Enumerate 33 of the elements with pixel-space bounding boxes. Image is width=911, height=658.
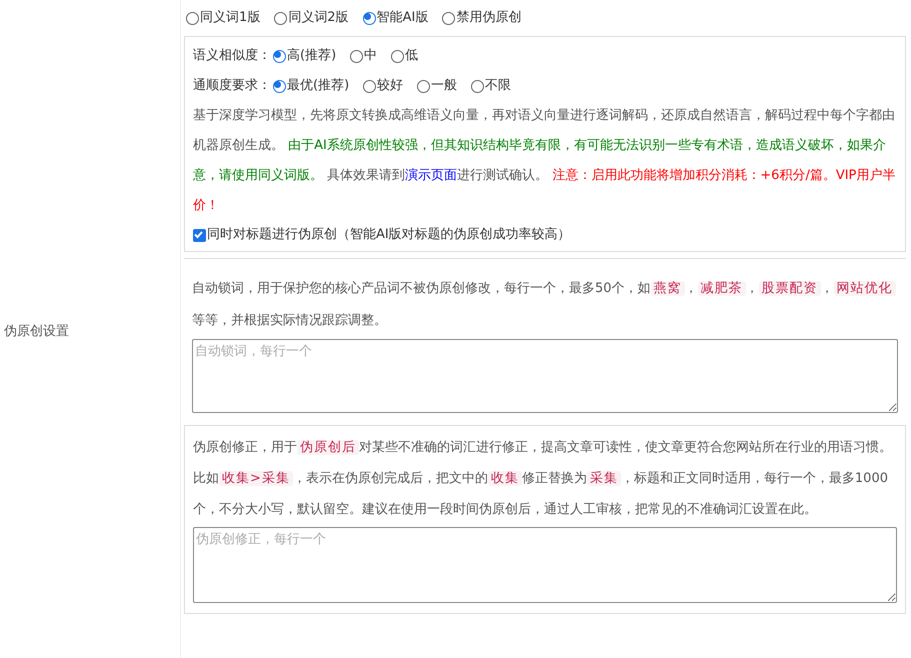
radio-label[interactable]: 禁用伪原创 xyxy=(456,8,522,28)
radio-button[interactable] xyxy=(442,12,456,24)
radio-label[interactable]: 不限 xyxy=(485,76,512,96)
radio-label[interactable]: 低 xyxy=(405,46,418,66)
radio-button[interactable] xyxy=(363,80,376,92)
radio-label[interactable]: 同义词2版 xyxy=(288,8,349,28)
radio-label[interactable]: 最优(推荐) xyxy=(287,76,350,96)
correction-field[interactable]: 伪原创修正，每行一个 xyxy=(193,527,897,603)
checkbox[interactable] xyxy=(193,228,206,242)
checkbox-label[interactable]: 同时对标题进行伪原创（智能AI版对标题的伪原创成功率较高） xyxy=(207,225,571,245)
radio-button[interactable] xyxy=(362,12,376,24)
radio-button[interactable] xyxy=(186,12,199,24)
feature-description: 基于深度学习模型，先将原文转换成高维语义向量，再对语义向量进行逐词解码，还原成自然语言，解码过程中每个字都由机器原创生成。 由于AI系统原创性较强，但其知识结构毕竟有限，有可能无法识别一些专有术语，造成语义破坏，如果介意，请使用同义词版。 具体效果请到演示页面进行测试确认。 注意：启用此功能将增加积分消耗：+6积分/篇。VIP用户半价！ xyxy=(193,107,896,215)
lock-words-description: 自动锁词，用于保护您的核心产品词不被伪原创修改，每行一个，最多50个，如 燕窝 ， 减肥茶 ， 股票配资 ， 网站优化 等等，并根据实际情况跟踪调整。 xyxy=(192,273,898,337)
radio-label[interactable]: 高(推荐) xyxy=(287,46,336,66)
radio-button[interactable] xyxy=(274,12,288,24)
section-label: 伪原创设置 xyxy=(4,323,69,342)
radio-button[interactable] xyxy=(471,80,484,92)
lock-words-field[interactable]: 自动锁词，每行一个 xyxy=(192,339,898,413)
field-label: 通顺度要求： xyxy=(193,77,271,96)
radio-label[interactable]: 一般 xyxy=(431,76,458,96)
field-label: 语义相似度： xyxy=(193,47,271,66)
radio-label[interactable]: 智能AI版 xyxy=(376,8,428,28)
radio-button[interactable] xyxy=(273,80,286,92)
radio-button[interactable] xyxy=(350,50,364,62)
demo-page-link[interactable]: 演示页面 xyxy=(405,168,458,183)
radio-button[interactable] xyxy=(391,50,404,62)
correction-description: 伪原创修正，用于 伪原创后 对某些不准确的词汇进行修正，提高文章可读性，使文章更符合您网站所在行业的用语习惯。比如 收集>采集 ，表示在伪原创完成后，把文中的 收集 修正替换为 采集 ，标题和正文同时适用，每行一个，最多1000个，不分大小写，默认留空。建议在使用一段时间伪原创后，通过人工审核，把常见的不准确词汇设置在此。 xyxy=(193,439,893,519)
radio-button[interactable] xyxy=(417,80,430,92)
radio-label[interactable]: 中 xyxy=(364,46,378,66)
radio-label[interactable]: 同义词1版 xyxy=(200,8,260,28)
radio-label[interactable]: 较好 xyxy=(377,76,404,96)
radio-button[interactable] xyxy=(273,50,286,62)
